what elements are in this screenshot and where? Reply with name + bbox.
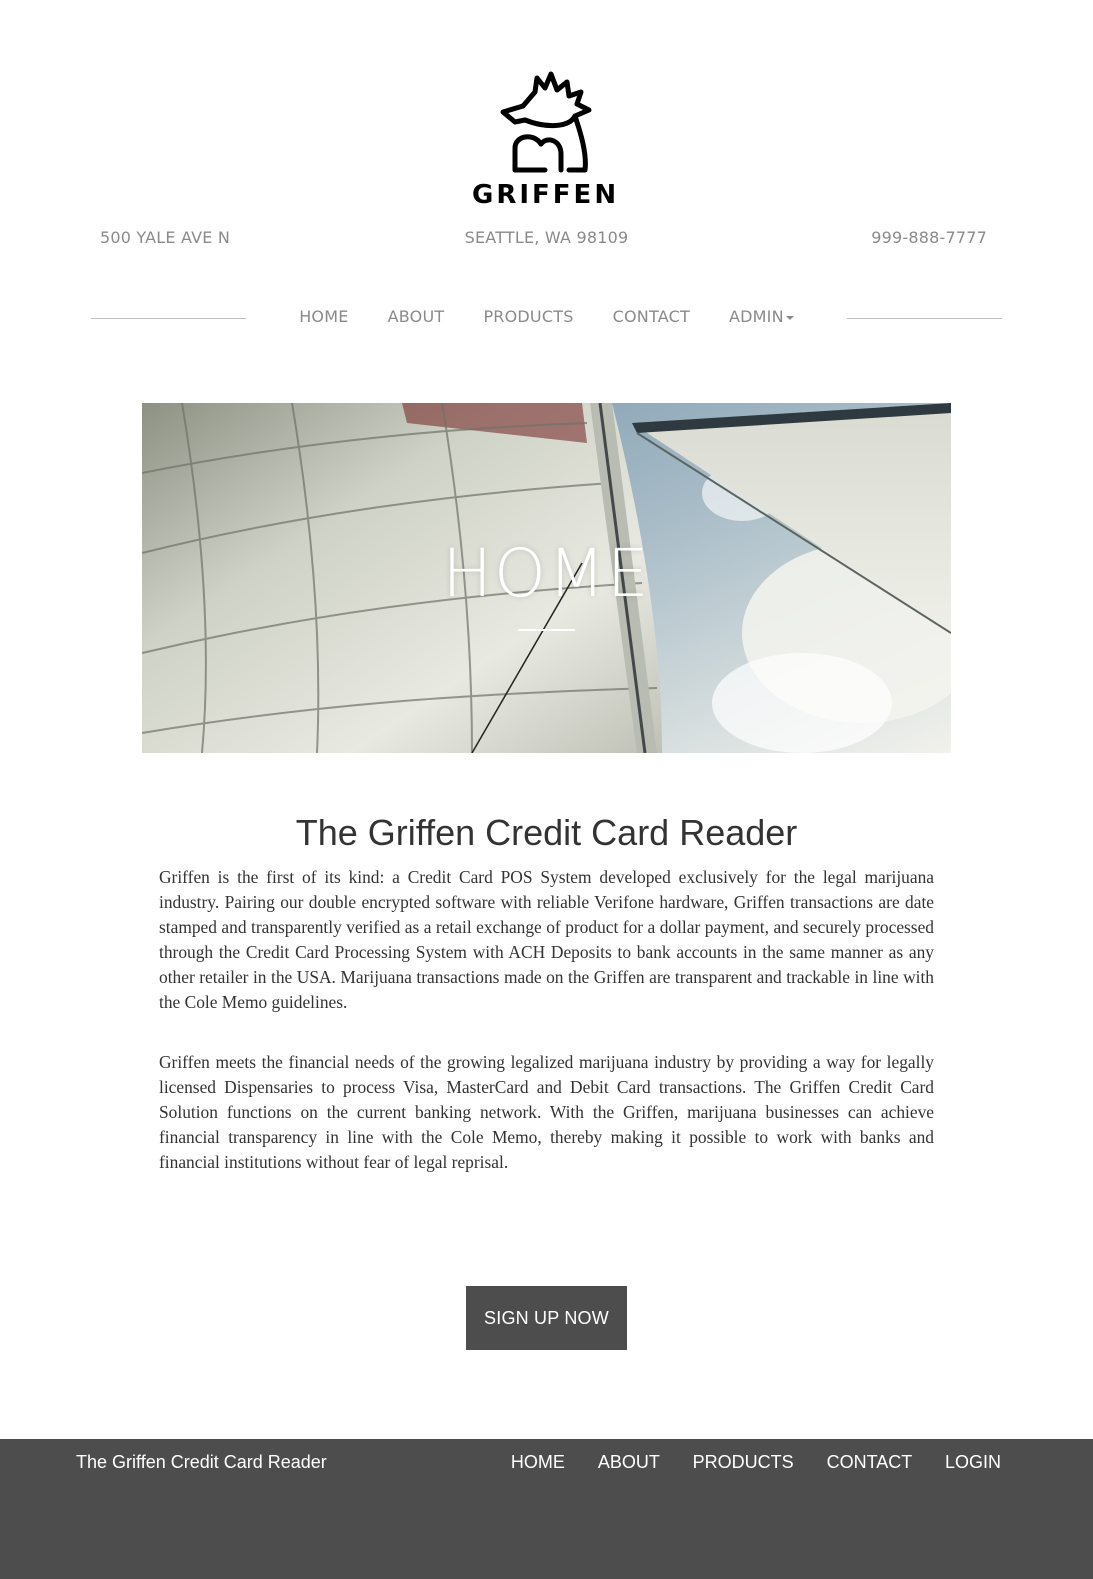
nav-products[interactable]: PRODUCTS xyxy=(483,307,573,326)
nav-contact[interactable]: CONTACT xyxy=(613,307,690,326)
sign-up-button[interactable]: SIGN UP NOW xyxy=(466,1286,627,1350)
footer: The Griffen Credit Card Reader HOME ABOU… xyxy=(0,1439,1093,1579)
page-heading: The Griffen Credit Card Reader xyxy=(295,812,798,853)
hero-title: HOME xyxy=(442,535,651,612)
intro-paragraph: Griffen is the first of its kind: a Cred… xyxy=(159,867,934,1012)
nav-admin-label: ADMIN xyxy=(729,307,784,326)
footer-site-title: The Griffen Credit Card Reader xyxy=(76,1452,327,1472)
footer-nav-login[interactable]: LOGIN xyxy=(945,1452,1001,1472)
footer-nav-home[interactable]: HOME xyxy=(511,1452,565,1472)
nav-admin-dropdown[interactable]: ADMIN xyxy=(729,307,794,326)
benefits-paragraph: Griffen meets the financial needs of the… xyxy=(159,1052,934,1172)
footer-nav: HOME ABOUT PRODUCTS CONTACT LOGIN xyxy=(483,1452,1001,1473)
phone-number: 999-888-7777 xyxy=(871,228,987,247)
nav-home[interactable]: HOME xyxy=(299,307,348,326)
hero-title-underline xyxy=(518,629,575,631)
main-nav: HOME ABOUT PRODUCTS CONTACT ADMIN xyxy=(0,307,1093,326)
caret-down-icon xyxy=(785,315,794,320)
griffen-logo[interactable]: GRIFFEN xyxy=(472,70,618,215)
griffin-emblem-icon xyxy=(500,71,592,173)
footer-nav-contact[interactable]: CONTACT xyxy=(827,1452,912,1472)
footer-nav-about[interactable]: ABOUT xyxy=(598,1452,660,1472)
brand-wordmark: GRIFFEN xyxy=(472,180,620,210)
footer-nav-products[interactable]: PRODUCTS xyxy=(693,1452,794,1472)
nav-about[interactable]: ABOUT xyxy=(388,307,445,326)
